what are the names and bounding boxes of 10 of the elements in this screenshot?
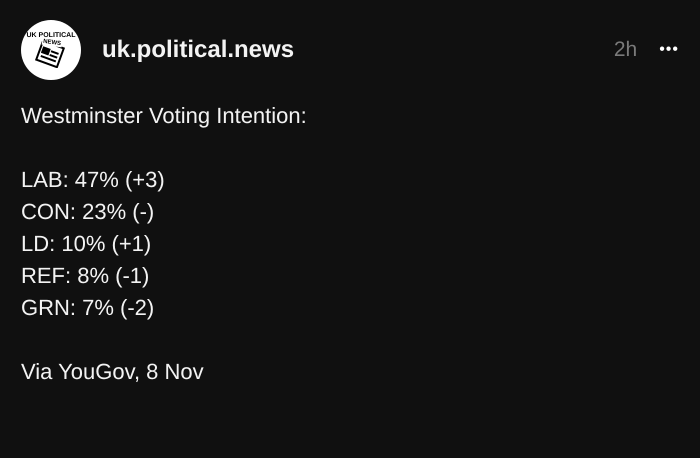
- result-line: LD: 10% (+1): [21, 230, 152, 258]
- username[interactable]: uk.political.news: [102, 32, 294, 68]
- more-button[interactable]: •••: [659, 38, 679, 62]
- result-line: REF: 8% (-1): [21, 262, 150, 290]
- result-line: GRN: 7% (-2): [21, 294, 156, 322]
- timestamp: 2h: [614, 37, 638, 64]
- post-source: Via YouGov, 8 Nov: [21, 358, 205, 386]
- result-line: CON: 23% (-): [21, 198, 156, 226]
- post-heading: Westminster Voting Intention:: [21, 102, 308, 130]
- result-line: LAB: 47% (+3): [21, 166, 166, 194]
